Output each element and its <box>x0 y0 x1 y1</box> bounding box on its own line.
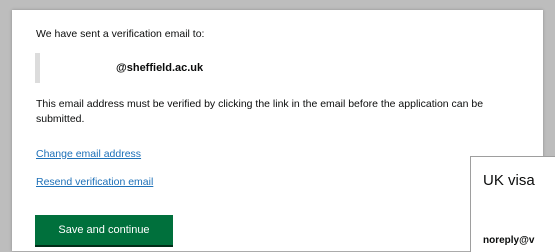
email-address: @sheffield.ac.uk <box>116 62 204 74</box>
verification-note: This email address must be verified by c… <box>36 98 484 126</box>
resend-verification-link[interactable]: Resend verification email <box>36 176 153 188</box>
save-and-continue-button[interactable]: Save and continue <box>35 215 173 245</box>
change-email-link[interactable]: Change email address <box>36 148 141 160</box>
email-preview-title: UK visa <box>483 172 535 189</box>
email-preview-panel: UK visa noreply@v <box>470 156 555 252</box>
intro-text: We have sent a verification email to: <box>36 28 205 40</box>
verification-panel: We have sent a verification email to: @s… <box>12 10 543 251</box>
email-preview-sender: noreply@v <box>483 235 535 246</box>
